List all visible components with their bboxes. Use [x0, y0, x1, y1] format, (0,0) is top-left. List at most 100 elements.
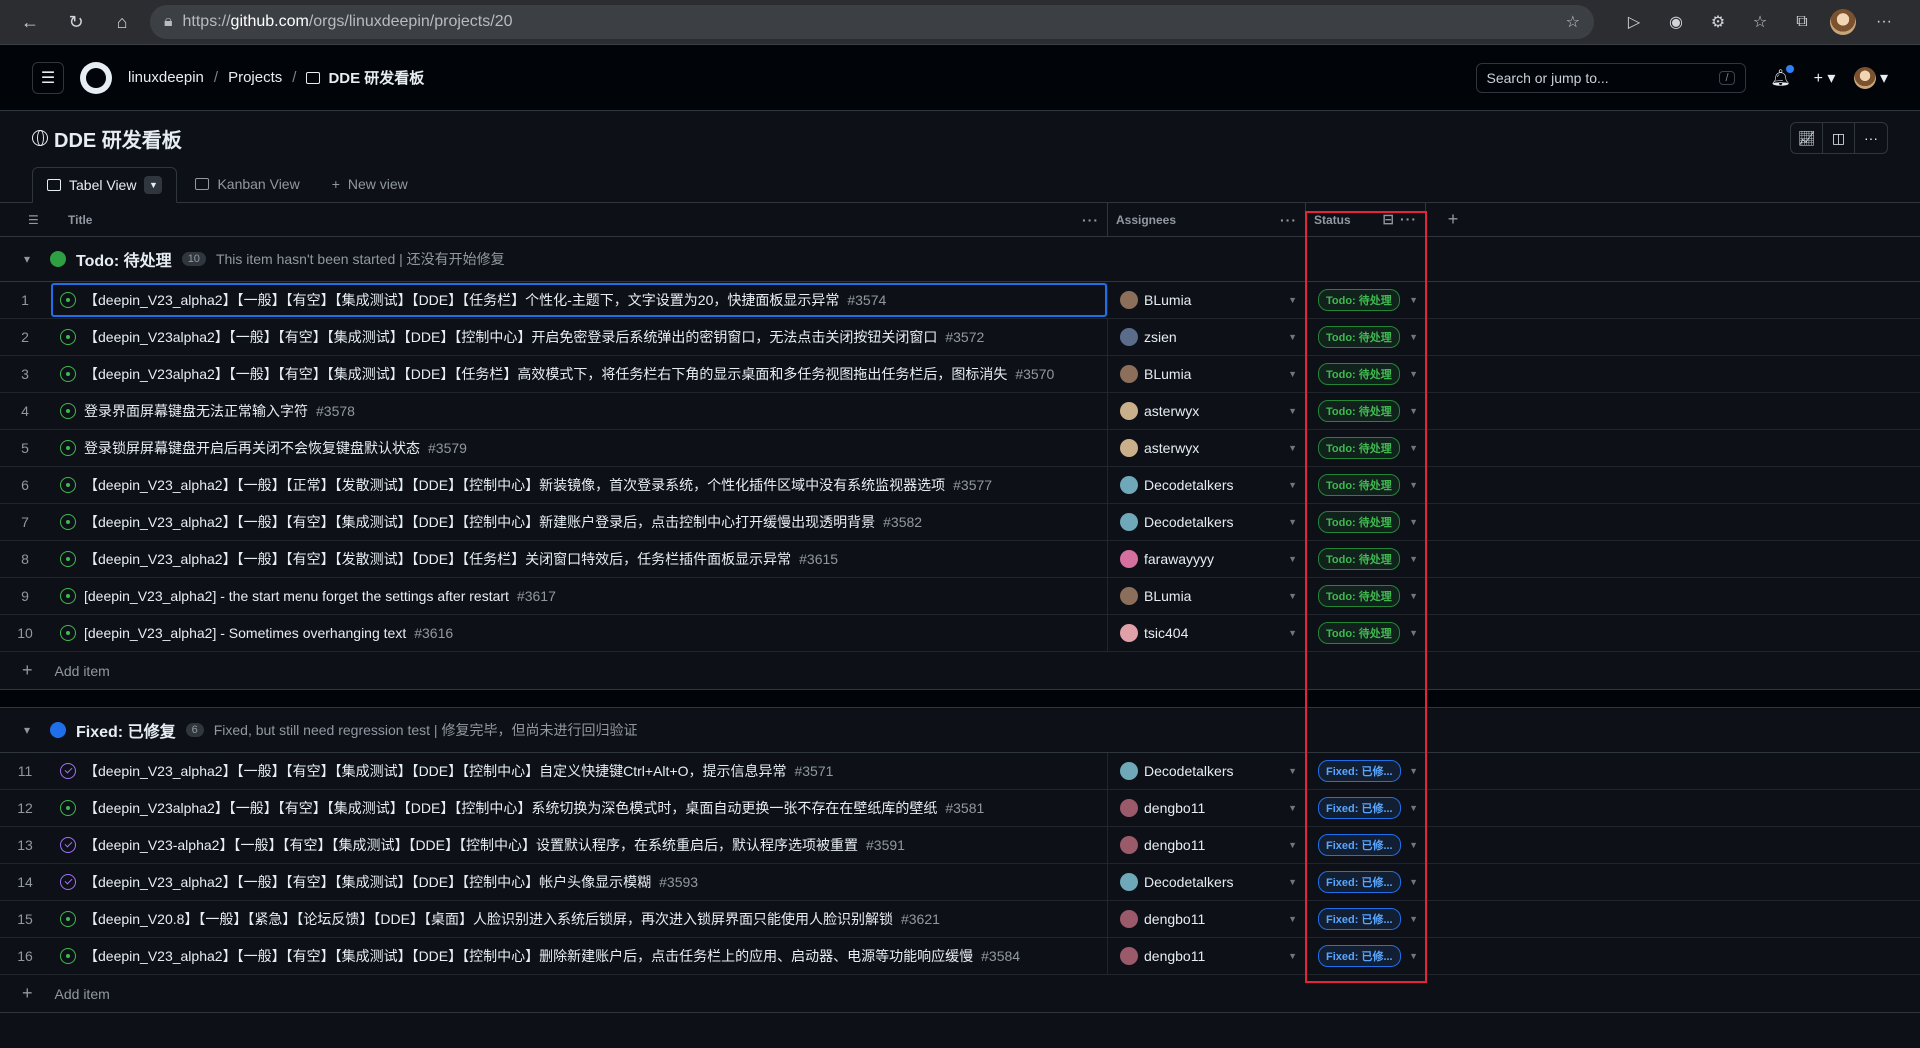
favorites-icon[interactable]: ☆ [1746, 8, 1774, 36]
assignee-cell[interactable]: dengbo11 ▼ [1108, 790, 1306, 826]
back-icon[interactable]: ← [12, 6, 48, 38]
assignee-cell[interactable]: dengbo11 ▼ [1108, 938, 1306, 974]
issue-title-link[interactable]: 【deepin_V23alpha2】【一般】【有空】【集成测试】【DDE】【控制… [84, 327, 937, 347]
issue-title-link[interactable]: 【deepin_V20.8】【一般】【紧急】【论坛反馈】【DDE】【桌面】人脸识… [84, 909, 893, 929]
title-cell[interactable]: 【deepin_V23alpha2】【一般】【有空】【集成测试】【DDE】【控制… [50, 790, 1108, 826]
tab-tabel-view[interactable]: Tabel View ▼ [32, 167, 178, 203]
extensions-icon[interactable]: ⚙ [1704, 8, 1732, 36]
status-cell[interactable]: Todo: 待处理 ▼ [1306, 578, 1426, 614]
chevron-down-icon[interactable]: ▼ [1409, 628, 1418, 638]
assignee-name[interactable]: dengbo11 [1144, 800, 1205, 816]
table-row[interactable]: 8 【deepin_V23_alpha2】【一般】【有空】【发散测试】【DDE】【… [0, 541, 1920, 578]
status-cell[interactable]: Fixed: 已修... ▼ [1306, 753, 1426, 789]
collections-icon[interactable]: ⧉ [1788, 8, 1816, 36]
chevron-down-icon[interactable]: ▼ [1288, 840, 1297, 850]
title-cell[interactable]: [deepin_V23_alpha2] - the start menu for… [50, 578, 1108, 614]
assignee-name[interactable]: Decodetalkers [1144, 477, 1234, 493]
insights-chart-icon[interactable]: 📈︎ [1791, 123, 1823, 153]
issue-title-link[interactable]: 【deepin_V23_alpha2】【一般】【有空】【集成测试】【DDE】【任… [84, 290, 839, 310]
tab-new-view[interactable]: + New view [318, 166, 422, 202]
issue-title-link[interactable]: 【deepin_V23_alpha2】【一般】【有空】【集成测试】【DDE】【控… [84, 761, 786, 781]
column-menu-icon[interactable]: ··· [1280, 212, 1297, 228]
assignee-name[interactable]: tsic404 [1144, 625, 1188, 641]
record-icon[interactable]: ◉ [1662, 8, 1690, 36]
assignee-cell[interactable]: farawayyyy ▼ [1108, 541, 1306, 577]
column-header-status[interactable]: Status ⊟ ··· [1306, 203, 1426, 236]
table-row[interactable]: 2 【deepin_V23alpha2】【一般】【有空】【集成测试】【DDE】【控… [0, 319, 1920, 356]
chevron-down-icon[interactable]: ▼ [1409, 406, 1418, 416]
chevron-down-icon[interactable]: ▾ [24, 252, 40, 266]
assignee-cell[interactable]: dengbo11 ▼ [1108, 827, 1306, 863]
notifications-bell-icon[interactable]: 🔔︎ [1766, 63, 1796, 93]
chevron-down-icon[interactable]: ▼ [1288, 554, 1297, 564]
issue-title-link[interactable]: 【deepin_V23_alpha2】【一般】【有空】【集成测试】【DDE】【控… [84, 872, 651, 892]
chevron-down-icon[interactable]: ▼ [1409, 332, 1418, 342]
chevron-down-icon[interactable]: ▼ [1288, 914, 1297, 924]
group-header[interactable]: ▾ Todo: 待处理 10 This item hasn't been starte… [0, 237, 1920, 282]
issue-title-link[interactable]: [deepin_V23_alpha2] - the start menu for… [84, 588, 509, 604]
status-cell[interactable]: Fixed: 已修... ▼ [1306, 938, 1426, 974]
assignee-name[interactable]: Decodetalkers [1144, 763, 1234, 779]
chevron-down-icon[interactable]: ▼ [1288, 803, 1297, 813]
assignee-name[interactable]: dengbo11 [1144, 911, 1205, 927]
table-row[interactable]: 10 [deepin_V23_alpha2] - Sometimes overha… [0, 615, 1920, 652]
chevron-down-icon[interactable]: ▼ [1409, 951, 1418, 961]
play-icon[interactable]: ▷ [1620, 8, 1648, 36]
issue-title-link[interactable]: [deepin_V23_alpha2] - Sometimes overhang… [84, 625, 406, 641]
issue-title-link[interactable]: 【deepin_V23_alpha2】【一般】【有空】【集成测试】【DDE】【控… [84, 512, 875, 532]
create-new-plus-icon[interactable]: + ▾ [1810, 63, 1840, 93]
assignee-name[interactable]: Decodetalkers [1144, 514, 1234, 530]
browser-menu-icon[interactable]: ··· [1870, 8, 1898, 36]
status-cell[interactable]: Todo: 待处理 ▼ [1306, 393, 1426, 429]
assignee-cell[interactable]: asterwyx ▼ [1108, 430, 1306, 466]
add-item-button[interactable]: + Add item [0, 652, 1920, 690]
title-cell[interactable]: 【deepin_V23-alpha2】【一般】【有空】【集成测试】【DDE】【控… [50, 827, 1108, 863]
chevron-down-icon[interactable]: ▼ [144, 176, 163, 194]
title-cell[interactable]: 【deepin_V23_alpha2】【一般】【有空】【集成测试】【DDE】【控… [50, 753, 1108, 789]
add-field-plus-icon[interactable]: + [1426, 203, 1480, 236]
breadcrumb-org[interactable]: linuxdeepin [128, 69, 204, 86]
status-cell[interactable]: Todo: 待处理 ▼ [1306, 319, 1426, 355]
status-cell[interactable]: Todo: 待处理 ▼ [1306, 504, 1426, 540]
assignee-cell[interactable]: BLumia ▼ [1108, 578, 1306, 614]
tab-kanban-view[interactable]: Kanban View [181, 166, 313, 202]
reload-icon[interactable]: ↻ [58, 6, 94, 38]
chevron-down-icon[interactable]: ▼ [1288, 628, 1297, 638]
table-row[interactable]: 11 【deepin_V23_alpha2】【一般】【有空】【集成测试】【DDE】… [0, 753, 1920, 790]
chevron-down-icon[interactable]: ▼ [1409, 766, 1418, 776]
chevron-down-icon[interactable]: ▼ [1288, 951, 1297, 961]
table-row[interactable]: 16 【deepin_V23_alpha2】【一般】【有空】【集成测试】【DDE】… [0, 938, 1920, 975]
assignee-cell[interactable]: BLumia ▼ [1108, 356, 1306, 392]
breadcrumb-projects[interactable]: Projects [228, 69, 282, 86]
column-menu-icon[interactable]: ⊟ ··· [1382, 211, 1417, 228]
assignee-name[interactable]: dengbo11 [1144, 948, 1205, 964]
status-cell[interactable]: Todo: 待处理 ▼ [1306, 541, 1426, 577]
assignee-name[interactable]: BLumia [1144, 292, 1191, 308]
chevron-down-icon[interactable]: ▼ [1409, 591, 1418, 601]
issue-title-link[interactable]: 【deepin_V23_alpha2】【一般】【正常】【发散测试】【DDE】【控… [84, 475, 945, 495]
chevron-down-icon[interactable]: ▼ [1409, 295, 1418, 305]
side-panel-icon[interactable]: ◫ [1823, 123, 1855, 153]
group-header[interactable]: ▾ Fixed: 已修复 6 Fixed, but still need regres… [0, 708, 1920, 753]
assignee-cell[interactable]: Decodetalkers ▼ [1108, 864, 1306, 900]
title-cell[interactable]: 【deepin_V23alpha2】【一般】【有空】【集成测试】【DDE】【控制… [50, 319, 1108, 355]
status-cell[interactable]: Fixed: 已修... ▼ [1306, 827, 1426, 863]
chevron-down-icon[interactable]: ▼ [1288, 443, 1297, 453]
chevron-down-icon[interactable]: ▼ [1409, 803, 1418, 813]
issue-title-link[interactable]: 【deepin_V23-alpha2】【一般】【有空】【集成测试】【DDE】【控… [84, 835, 858, 855]
table-row[interactable]: 5 登录锁屏屏幕键盘开启后再关闭不会恢复键盘默认状态 #3579 asterwyx ▼ T… [0, 430, 1920, 467]
search-input[interactable]: Search or jump to... / [1475, 62, 1746, 93]
table-row[interactable]: 15 【deepin_V20.8】【一般】【紧急】【论坛反馈】【DDE】【桌面】人… [0, 901, 1920, 938]
assignee-name[interactable]: dengbo11 [1144, 837, 1205, 853]
chevron-down-icon[interactable]: ▼ [1409, 517, 1418, 527]
assignee-name[interactable]: BLumia [1144, 588, 1191, 604]
title-cell[interactable]: 【deepin_V23_alpha2】【一般】【有空】【集成测试】【DDE】【控… [50, 864, 1108, 900]
title-cell[interactable]: 登录界面屏幕键盘无法正常输入字符 #3578 [50, 393, 1108, 429]
title-cell[interactable]: [deepin_V23_alpha2] - Sometimes overhang… [50, 615, 1108, 651]
chevron-down-icon[interactable]: ▼ [1288, 766, 1297, 776]
issue-title-link[interactable]: 【deepin_V23_alpha2】【一般】【有空】【发散测试】【DDE】【任… [84, 549, 791, 569]
status-cell[interactable]: Fixed: 已修... ▼ [1306, 864, 1426, 900]
column-header-title[interactable]: Title ··· [60, 203, 1108, 236]
title-cell[interactable]: 【deepin_V23alpha2】【一般】【有空】【集成测试】【DDE】【任务… [50, 356, 1108, 392]
chevron-down-icon[interactable]: ▼ [1409, 877, 1418, 887]
